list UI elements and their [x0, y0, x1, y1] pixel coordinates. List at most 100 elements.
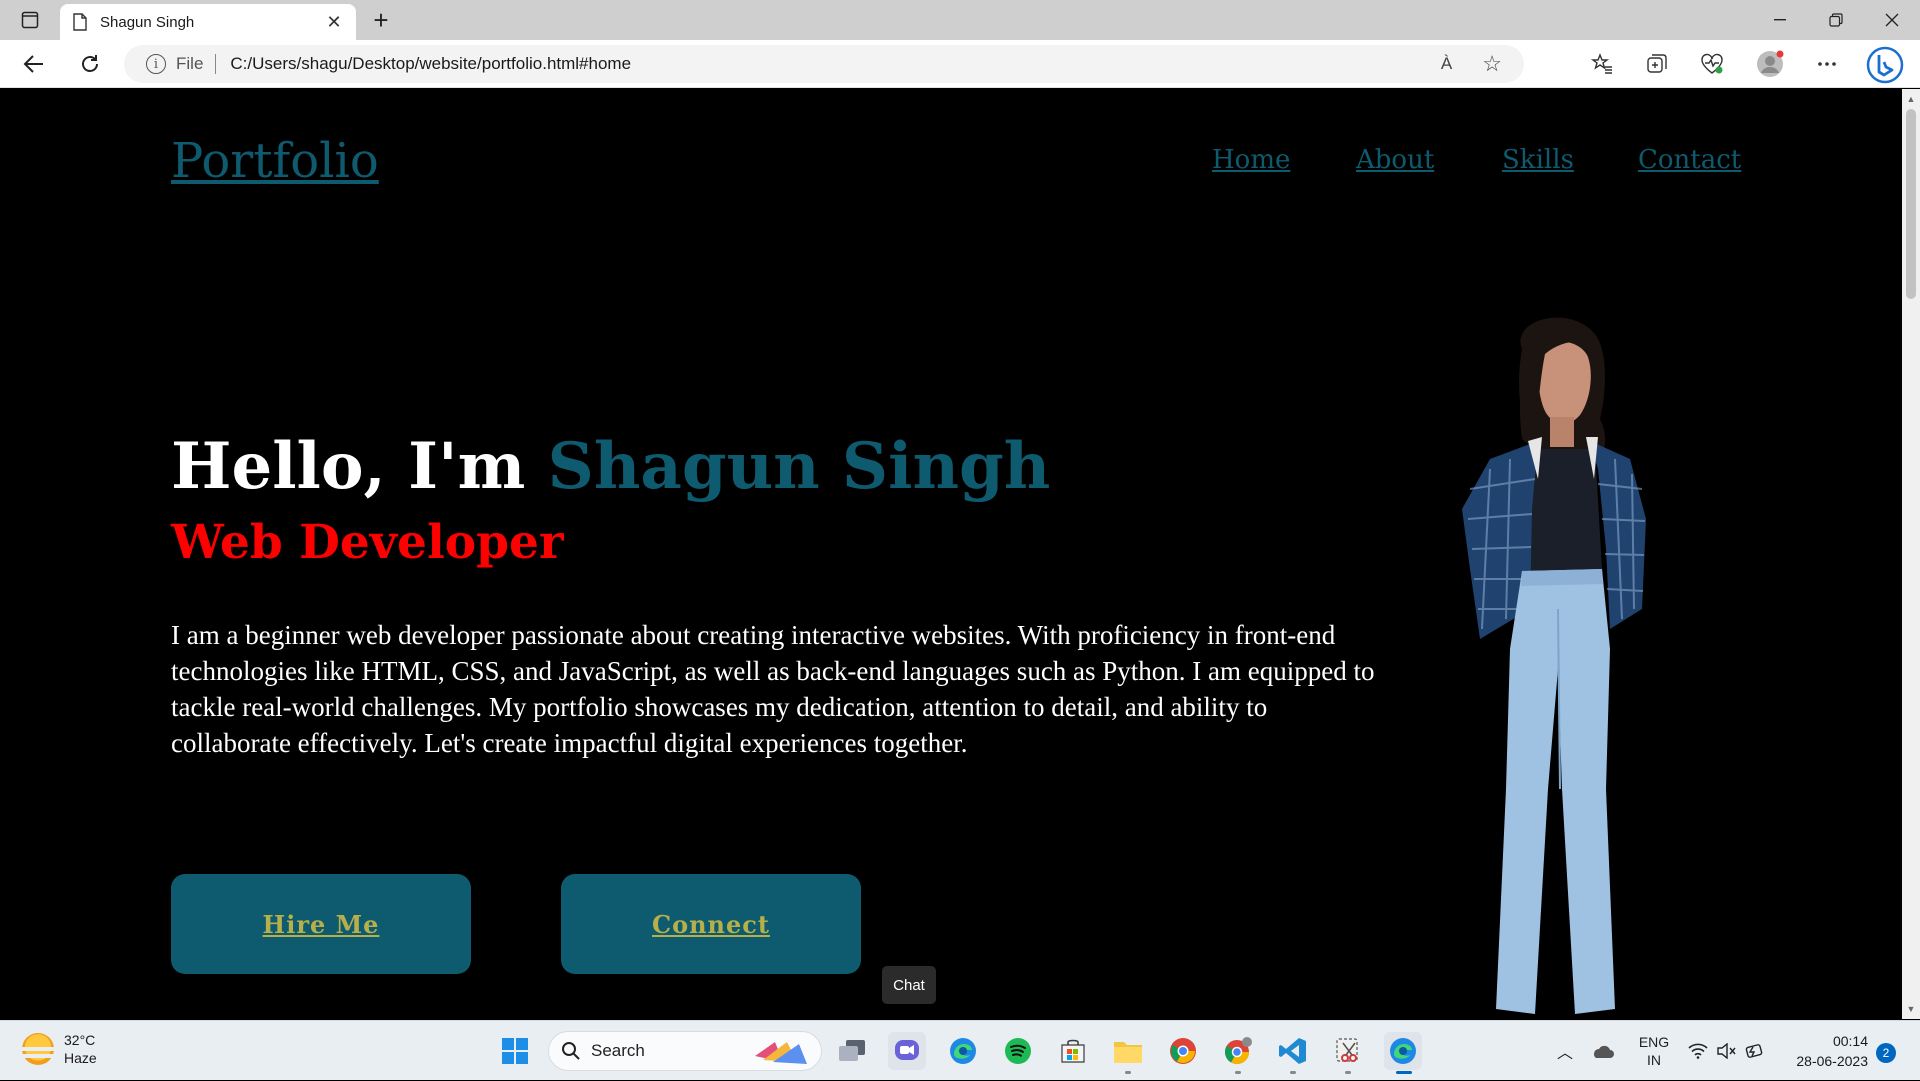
start-button[interactable] [496, 1032, 534, 1070]
vscode-taskbar-button[interactable] [1274, 1032, 1312, 1074]
favorite-star-icon[interactable]: ☆ [1482, 51, 1502, 77]
weather-widget[interactable]: 32°C Haze [20, 1031, 97, 1067]
folder-icon [1114, 1042, 1142, 1063]
page-icon [73, 13, 87, 31]
favorites-icon[interactable] [1588, 50, 1616, 78]
tab-actions-button[interactable] [14, 8, 46, 32]
hero-bio: I am a beginner web developer passionate… [171, 620, 1375, 758]
clock-date: 28-06-2023 [1796, 1053, 1868, 1069]
nav-link-home[interactable]: Home [1212, 145, 1290, 175]
chat-tooltip: Chat [882, 966, 936, 1004]
tab-title: Shagun Singh [100, 13, 195, 31]
hire-me-label: Hire Me [262, 909, 380, 939]
clock-time: 00:14 [1832, 1033, 1868, 1049]
show-hidden-icons-chevron-icon[interactable]: ︿ [1550, 1039, 1580, 1063]
connect-button[interactable]: Connect [561, 874, 861, 974]
address-scheme: File [176, 54, 204, 73]
teams-chat-button[interactable] [888, 1032, 926, 1070]
close-window-button[interactable] [1864, 0, 1920, 40]
hire-me-button[interactable]: Hire Me [171, 874, 471, 974]
hero-greeting: Hello, I'm [171, 429, 548, 504]
snipping-tool-taskbar-button[interactable] [1329, 1032, 1367, 1074]
tab-close-icon[interactable]: ✕ [324, 12, 344, 33]
taskbar-search[interactable]: Search [548, 1031, 822, 1071]
task-view-icon [839, 1040, 865, 1061]
back-button[interactable] [18, 48, 50, 80]
chrome-icon [1170, 1038, 1196, 1064]
browser-essentials-icon[interactable] [1698, 50, 1726, 78]
connect-label: Connect [652, 909, 770, 939]
running-indicator [1235, 1071, 1241, 1074]
bing-chat-icon[interactable] [1866, 46, 1904, 84]
profile-photo [1462, 317, 1646, 1014]
site-logo[interactable]: Portfolio [171, 133, 379, 189]
weather-temperature: 32°C [64, 1032, 96, 1048]
restore-button[interactable] [1808, 0, 1864, 40]
page-viewport: Portfolio Home About Skills Contact Hell… [0, 89, 1902, 1019]
running-indicator [1290, 1071, 1296, 1074]
haze-weather-icon [20, 1033, 56, 1065]
more-options-icon[interactable] [1813, 50, 1841, 78]
snipping-tool-icon [1336, 1038, 1358, 1062]
running-indicator [1125, 1071, 1131, 1074]
edge-icon [1390, 1038, 1416, 1064]
tab-actions-icon [21, 11, 39, 29]
close-icon [1885, 13, 1899, 27]
search-icon [562, 1042, 580, 1060]
nav-link-skills[interactable]: Skills [1502, 145, 1574, 175]
scroll-down-icon[interactable]: ▼ [1902, 1001, 1920, 1017]
system-clock[interactable]: 00:14 28-06-2023 [1796, 1031, 1868, 1071]
address-separator [215, 54, 217, 74]
refresh-button[interactable] [74, 48, 106, 80]
system-tray: ︿ ENG IN [1550, 1021, 1768, 1081]
chrome-taskbar-button[interactable] [1164, 1032, 1202, 1070]
edge-active-taskbar-button[interactable] [1384, 1032, 1422, 1074]
search-highlight-icon [755, 1042, 807, 1064]
language-bottom: IN [1647, 1052, 1661, 1068]
refresh-icon [82, 55, 98, 72]
edge-icon [950, 1038, 976, 1064]
site-info-icon[interactable]: i [146, 54, 166, 74]
scroll-up-icon[interactable]: ▲ [1902, 91, 1920, 107]
hero-heading: Hello, I'm Shagun Singh [171, 429, 1050, 504]
browser-toolbar: i File C:/Users/shagu/Desktop/website/po… [0, 40, 1920, 88]
language-top: ENG [1638, 1034, 1670, 1050]
language-indicator[interactable]: ENG IN [1624, 1033, 1684, 1069]
page-scrollbar[interactable]: ▲ ▼ [1902, 89, 1920, 1019]
tab-strip: Shagun Singh ✕ + [0, 0, 1920, 40]
back-arrow-icon [23, 55, 43, 73]
spotify-taskbar-button[interactable] [999, 1032, 1037, 1070]
store-taskbar-button[interactable] [1054, 1032, 1092, 1070]
vscode-icon [1279, 1038, 1306, 1064]
windows-logo-icon [502, 1038, 528, 1064]
file-explorer-taskbar-button[interactable] [1109, 1032, 1147, 1074]
weather-description: Haze [64, 1050, 97, 1066]
read-aloud-icon[interactable]: À [1441, 54, 1452, 74]
profile-avatar[interactable] [1756, 50, 1784, 78]
task-view-button[interactable] [833, 1032, 871, 1070]
address-bar[interactable]: i File C:/Users/shagu/Desktop/website/po… [124, 45, 1524, 83]
new-tab-button[interactable]: + [366, 6, 396, 34]
running-indicator [1345, 1071, 1351, 1074]
onedrive-icon[interactable] [1580, 1043, 1624, 1059]
nav-link-contact[interactable]: Contact [1638, 145, 1741, 175]
window-controls [1752, 0, 1920, 40]
chrome-profile-taskbar-button[interactable] [1219, 1032, 1257, 1074]
collections-icon[interactable] [1643, 50, 1671, 78]
notification-badge[interactable]: 2 [1876, 1043, 1896, 1063]
battery-charging-icon[interactable] [1740, 1043, 1768, 1059]
hero-name: Shagun Singh [547, 429, 1051, 504]
minimize-icon [1774, 19, 1786, 21]
wifi-icon[interactable] [1684, 1043, 1712, 1059]
address-url[interactable]: C:/Users/shagu/Desktop/website/portfolio… [230, 54, 1441, 74]
spotify-icon [1005, 1038, 1031, 1064]
nav-link-about[interactable]: About [1356, 145, 1434, 175]
edge-taskbar-button[interactable] [944, 1032, 982, 1070]
scroll-thumb[interactable] [1906, 109, 1916, 299]
volume-muted-icon[interactable] [1712, 1043, 1740, 1059]
microsoft-store-icon [1061, 1039, 1085, 1063]
minimize-button[interactable] [1752, 0, 1808, 40]
active-indicator [1396, 1071, 1412, 1074]
browser-tab[interactable]: Shagun Singh ✕ [60, 4, 356, 40]
search-label: Search [591, 1041, 645, 1060]
